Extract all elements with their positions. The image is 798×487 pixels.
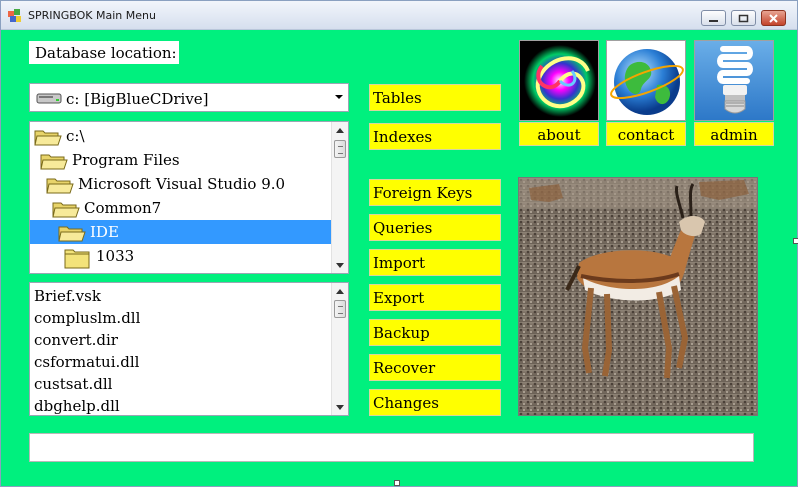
file-list-scrollbar[interactable] xyxy=(331,283,348,415)
close-icon xyxy=(769,13,778,23)
scroll-down-button[interactable] xyxy=(332,399,348,415)
admin-button[interactable]: admin xyxy=(694,122,774,146)
directory-item-common7[interactable]: Common7 xyxy=(30,196,332,220)
open-folder-icon xyxy=(52,202,80,218)
file-item[interactable]: compluslm.dll xyxy=(34,309,140,327)
springbok-image xyxy=(519,178,757,415)
directory-item-label: 1033 xyxy=(96,247,135,265)
directory-item-ide[interactable]: IDE xyxy=(30,220,332,244)
scroll-up-button[interactable] xyxy=(332,283,348,299)
directory-item-1033[interactable]: 1033 xyxy=(30,244,332,269)
open-folder-icon xyxy=(34,130,62,146)
admin-image[interactable] xyxy=(694,40,774,121)
about-button[interactable]: about xyxy=(519,122,599,146)
light-bulb-icon xyxy=(717,46,753,114)
springbok-photo xyxy=(518,177,758,416)
app-icon xyxy=(8,9,21,22)
directory-item-root[interactable]: c:\ xyxy=(30,124,332,148)
scrollbar-thumb[interactable] xyxy=(334,140,346,158)
directory-list-scrollbar[interactable] xyxy=(331,122,348,273)
file-list[interactable]: Brief.vsk compluslm.dll convert.dir csfo… xyxy=(29,282,349,416)
directory-item-label: Common7 xyxy=(84,199,162,217)
hard-drive-icon xyxy=(36,93,62,104)
directory-item-label: IDE xyxy=(90,223,119,241)
foreign-keys-button[interactable]: Foreign Keys xyxy=(369,179,501,206)
open-folder-icon xyxy=(58,226,86,242)
file-item[interactable]: Brief.vsk xyxy=(34,287,101,305)
recover-button[interactable]: Recover xyxy=(369,354,501,381)
chevron-up-icon xyxy=(336,127,344,133)
minimize-icon xyxy=(709,19,718,22)
tables-button[interactable]: Tables xyxy=(369,84,501,111)
resize-handle-bottom[interactable] xyxy=(394,480,400,486)
file-item[interactable]: csformatui.dll xyxy=(34,353,139,371)
title-bar[interactable]: SPRINGBOK Main Menu xyxy=(1,1,797,30)
indexes-button[interactable]: Indexes xyxy=(369,123,501,150)
scroll-down-button[interactable] xyxy=(332,257,348,273)
directory-item-label: c:\ xyxy=(66,127,85,145)
open-folder-icon xyxy=(40,154,68,170)
drive-selector[interactable]: c: [BigBlueCDrive] xyxy=(29,83,349,112)
file-item[interactable]: convert.dir xyxy=(34,331,118,349)
chevron-down-icon xyxy=(336,262,344,268)
file-item[interactable]: dbghelp.dll xyxy=(34,397,120,415)
contact-button[interactable]: contact xyxy=(606,122,686,146)
open-folder-icon xyxy=(46,178,74,194)
directory-item-program-files[interactable]: Program Files xyxy=(30,148,332,172)
minimize-button[interactable] xyxy=(701,10,726,26)
import-button[interactable]: Import xyxy=(369,249,501,276)
directory-list[interactable]: c:\ Program Files Microsoft Visual Studi… xyxy=(29,121,349,274)
database-location-label: Database location: xyxy=(29,41,179,64)
main-window: SPRINGBOK Main Menu Database location: c… xyxy=(0,0,798,487)
changes-button[interactable]: Changes xyxy=(369,389,501,416)
directory-item-label: Microsoft Visual Studio 9.0 xyxy=(78,175,286,193)
drive-selector-value: c: [BigBlueCDrive] xyxy=(66,90,209,108)
about-image[interactable] xyxy=(519,40,599,121)
chevron-down-icon xyxy=(336,404,344,410)
scrollbar-thumb[interactable] xyxy=(334,300,346,318)
queries-button[interactable]: Queries xyxy=(369,214,501,241)
maximize-icon xyxy=(738,14,749,22)
status-field xyxy=(29,433,754,462)
contact-image[interactable] xyxy=(606,40,686,121)
resize-handle-right[interactable] xyxy=(793,238,798,244)
export-button[interactable]: Export xyxy=(369,284,501,311)
backup-button[interactable]: Backup xyxy=(369,319,501,346)
directory-item-label: Program Files xyxy=(72,151,180,169)
file-item[interactable]: custsat.dll xyxy=(34,375,112,393)
directory-item-visual-studio[interactable]: Microsoft Visual Studio 9.0 xyxy=(30,172,332,196)
chevron-up-icon xyxy=(336,288,344,294)
scroll-up-button[interactable] xyxy=(332,122,348,138)
swirl-icon xyxy=(524,45,596,117)
chevron-down-icon[interactable] xyxy=(334,94,344,100)
maximize-button[interactable] xyxy=(731,10,756,26)
close-button[interactable] xyxy=(761,10,786,26)
window-title: SPRINGBOK Main Menu xyxy=(28,9,156,22)
main-menu-panel: Database location: c: [BigBlueCDrive] c:… xyxy=(5,30,795,482)
folder-icon xyxy=(64,249,90,269)
globe-icon xyxy=(610,49,684,115)
